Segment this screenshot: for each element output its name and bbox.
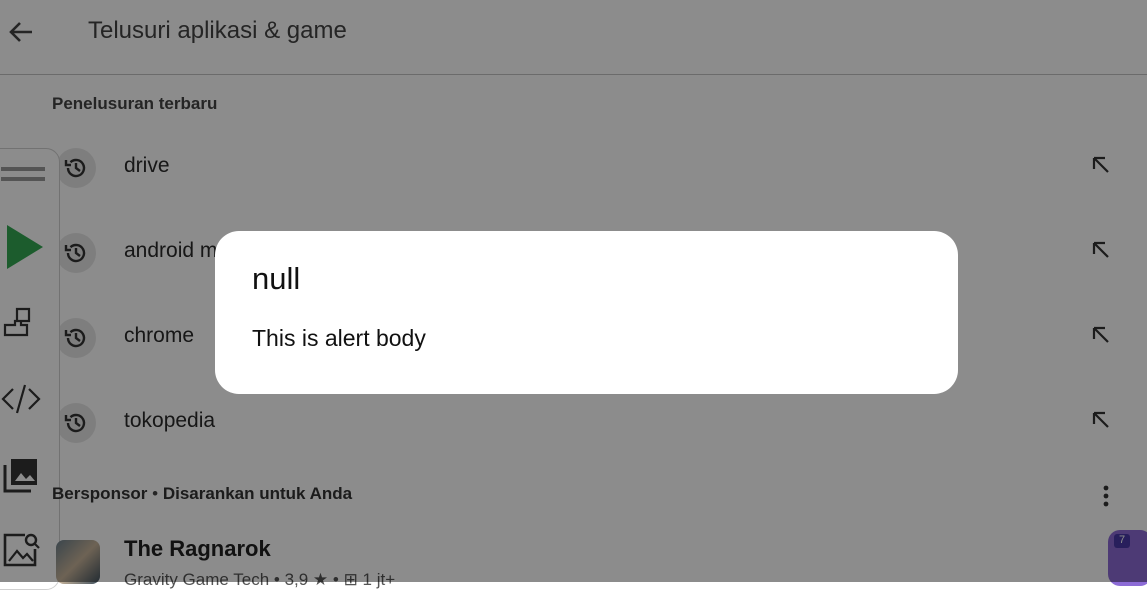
alert-dialog: null This is alert body bbox=[215, 231, 958, 394]
dialog-title: null bbox=[252, 261, 301, 296]
dialog-body: This is alert body bbox=[252, 325, 426, 351]
